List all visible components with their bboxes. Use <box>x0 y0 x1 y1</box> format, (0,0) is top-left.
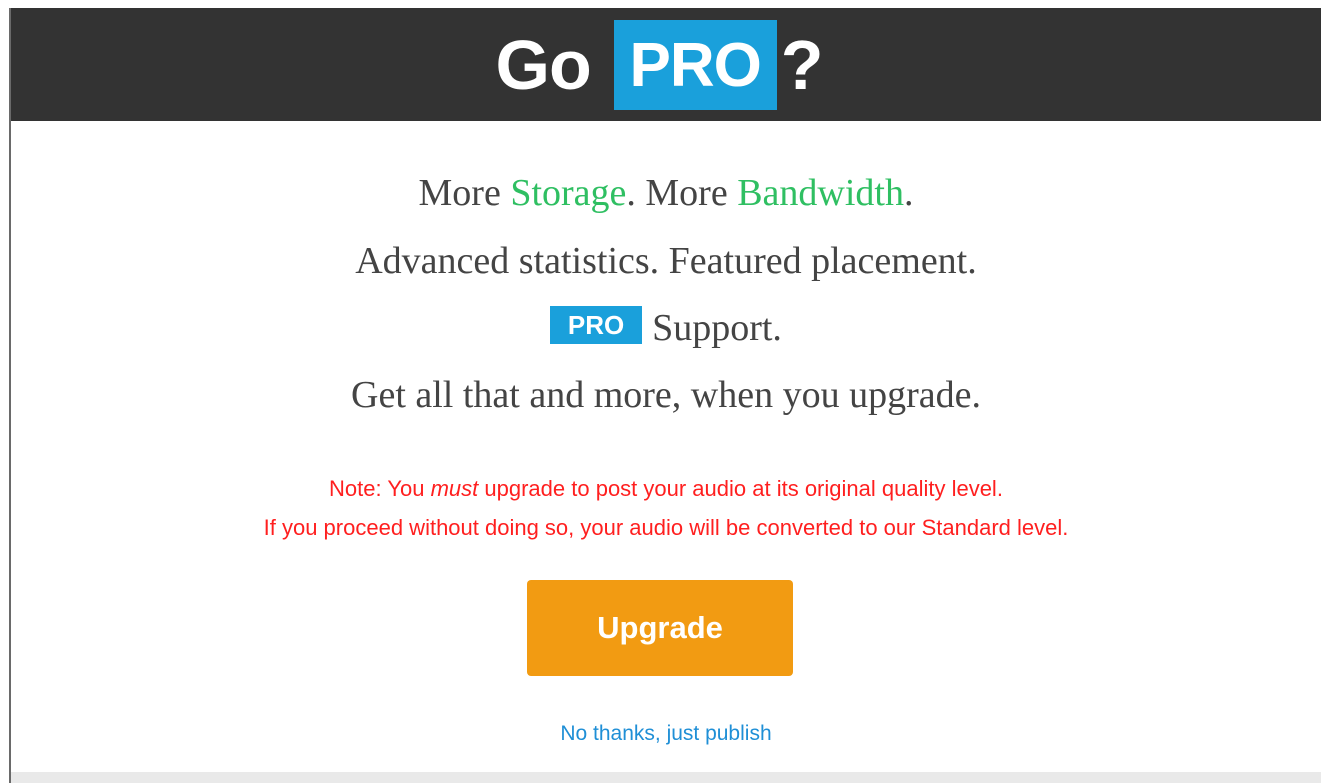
feature-text: More <box>418 172 511 214</box>
no-thanks-link[interactable]: No thanks, just publish <box>11 722 1321 746</box>
title-suffix: ? <box>780 25 824 104</box>
note-emphasis: must <box>430 476 479 501</box>
feature-line-upgrade: Get all that and more, when you upgrade. <box>351 374 981 416</box>
top-strip <box>0 0 1321 8</box>
upgrade-button[interactable]: Upgrade <box>527 580 793 676</box>
dialog-header: Go PRO ? <box>11 8 1321 121</box>
note-text: Note: You <box>329 476 431 501</box>
bottom-bar <box>11 772 1321 783</box>
feature-storage: Storage <box>510 172 627 214</box>
feature-line-pro-support: PRO Support. <box>11 306 1321 350</box>
title-prefix: Go <box>495 25 592 104</box>
feature-text: . <box>903 172 914 214</box>
note-line-2: If you proceed without doing so, your au… <box>263 515 1069 540</box>
pro-badge: PRO <box>550 306 643 344</box>
dialog-body: More Storage. More Bandwidth. Advanced s… <box>11 121 1321 772</box>
dialog-title: Go PRO ? <box>495 19 824 110</box>
upgrade-dialog: Go PRO ? More Storage. More Bandwidth. A… <box>0 0 1321 783</box>
feature-line-statistics: Advanced statistics. Featured placement. <box>355 240 977 282</box>
note-text: upgrade to post your audio at its origin… <box>478 476 1003 501</box>
note-line-1: Note: You must upgrade to post your audi… <box>11 476 1321 502</box>
feature-text: . More <box>626 172 738 214</box>
feature-line-storage-bandwidth: More Storage. More Bandwidth. <box>11 171 1321 215</box>
feature-support: Support. <box>652 307 782 349</box>
title-pro-badge: PRO <box>613 19 777 110</box>
feature-bandwidth: Bandwidth <box>737 172 904 214</box>
